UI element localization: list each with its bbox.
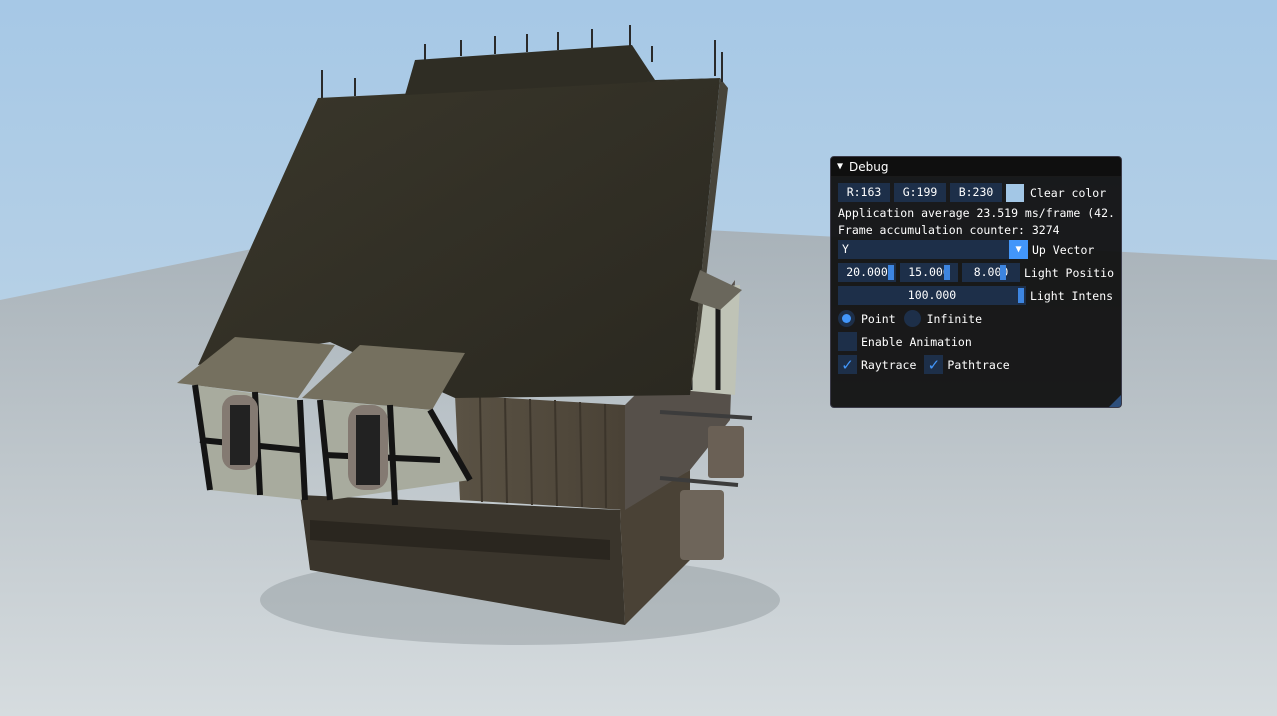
light-intensity-value: 100.000 xyxy=(907,288,957,302)
slider-grab-handle[interactable] xyxy=(944,265,950,280)
light-intensity-row: 100.000 Light Intens xyxy=(838,286,1114,305)
up-vector-value: Y xyxy=(842,242,849,256)
enable-animation-row: Enable Animation xyxy=(838,332,1114,351)
resize-grip-icon[interactable] xyxy=(1109,395,1121,407)
light-position-x-value: 20.000 xyxy=(846,265,888,279)
slider-grab-handle[interactable] xyxy=(888,265,894,280)
up-vector-label: Up Vector xyxy=(1032,242,1095,257)
checkmark-icon: ✓ xyxy=(927,355,941,374)
render-mode-row: ✓ Raytrace ✓ Pathtrace xyxy=(838,355,1114,374)
light-type-row: Point Infinite xyxy=(838,309,1114,328)
collapse-triangle-icon[interactable]: ▼ xyxy=(837,161,843,172)
pathtrace-checkbox[interactable]: ✓ xyxy=(924,355,944,374)
app-average-text: Application average 23.519 ms/frame (42. xyxy=(838,206,1115,220)
slider-grab-handle[interactable] xyxy=(1018,288,1024,303)
light-intensity-slider[interactable]: 100.000 xyxy=(838,286,1026,305)
clear-color-r-field[interactable]: R:163 xyxy=(838,183,890,202)
light-type-infinite-label[interactable]: Infinite xyxy=(927,312,982,326)
light-position-row: 20.000 15.000 8.000 Light Positio xyxy=(838,263,1114,282)
pathtrace-label[interactable]: Pathtrace xyxy=(947,358,1009,372)
combo-arrow-icon[interactable]: ▼ xyxy=(1009,240,1028,259)
radio-selected-dot xyxy=(842,314,851,323)
debug-title: Debug xyxy=(849,159,889,174)
checkmark-icon: ✓ xyxy=(841,355,854,374)
clear-color-label: Clear color xyxy=(1030,185,1107,200)
clear-color-b-field[interactable]: B:230 xyxy=(950,183,1002,202)
debug-titlebar[interactable]: ▼ Debug xyxy=(831,157,1121,177)
debug-window[interactable]: ▼ Debug R:163 G:199 B:230 Clear color Ap… xyxy=(830,156,1122,408)
raytrace-checkbox[interactable]: ✓ xyxy=(838,355,857,374)
raytrace-label[interactable]: Raytrace xyxy=(861,358,916,372)
light-type-point-radio[interactable] xyxy=(838,310,855,327)
light-type-infinite-radio[interactable] xyxy=(903,310,921,327)
up-vector-row: Y ▼ Up Vector xyxy=(838,240,1114,259)
light-position-z-slider[interactable]: 8.000 xyxy=(962,263,1020,282)
light-position-x-slider[interactable]: 20.000 xyxy=(838,263,896,282)
clear-color-g-field[interactable]: G:199 xyxy=(894,183,946,202)
enable-animation-checkbox[interactable] xyxy=(838,332,857,351)
clear-color-row: R:163 G:199 B:230 Clear color xyxy=(838,183,1114,202)
light-type-point-label[interactable]: Point xyxy=(861,312,896,326)
enable-animation-label[interactable]: Enable Animation xyxy=(861,335,972,349)
light-intensity-label: Light Intens xyxy=(1030,288,1114,303)
slider-grab-handle[interactable] xyxy=(1000,265,1006,280)
light-position-y-slider[interactable]: 15.000 xyxy=(900,263,958,282)
frame-counter-text: Frame accumulation counter: 3274 xyxy=(838,223,1060,237)
light-position-label: Light Positio xyxy=(1024,265,1115,280)
debug-content: R:163 G:199 B:230 Clear color Applicatio… xyxy=(831,177,1121,374)
up-vector-combo[interactable]: Y ▼ xyxy=(838,240,1028,259)
clear-color-swatch[interactable] xyxy=(1006,183,1024,202)
